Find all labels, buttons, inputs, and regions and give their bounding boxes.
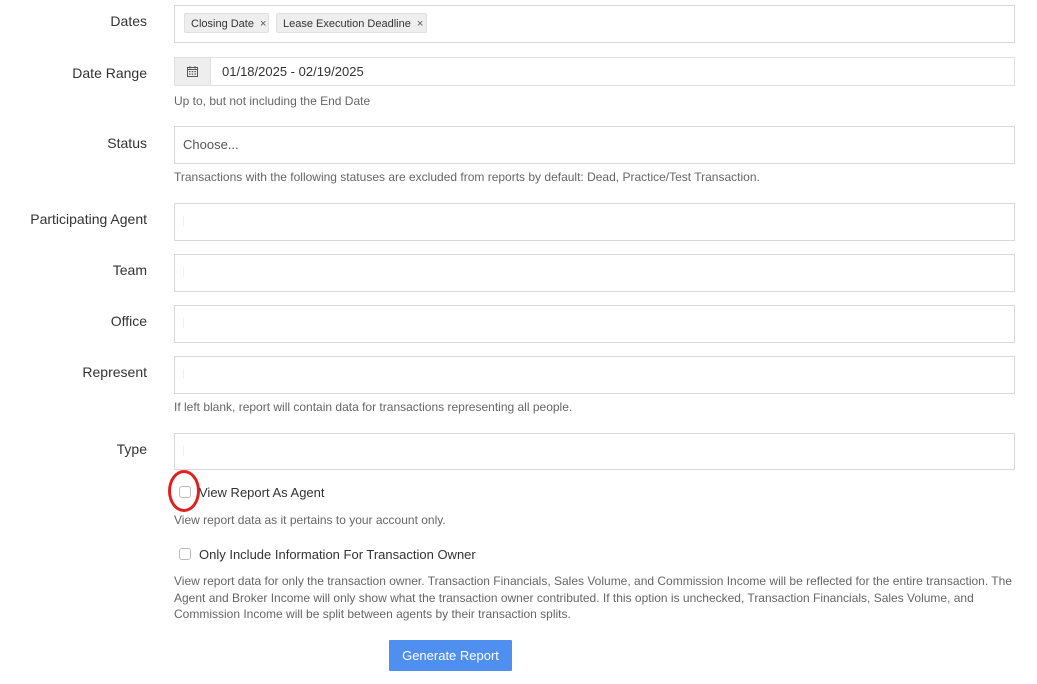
represent-select[interactable] (174, 356, 1015, 394)
date-range-value: 01/18/2025 - 02/19/2025 (222, 64, 364, 79)
owner-only-checkbox[interactable] (179, 548, 191, 560)
dates-label: Dates (110, 13, 147, 29)
office-select[interactable] (174, 305, 1015, 343)
team-label: Team (112, 262, 147, 278)
participating-agent-select[interactable] (174, 203, 1015, 241)
text-cursor (183, 318, 184, 328)
dates-multiselect[interactable]: Closing Date × Lease Execution Deadline × (174, 5, 1015, 43)
date-range-hint: Up to, but not including the End Date (174, 94, 371, 108)
highlight-circle (168, 470, 200, 512)
office-label: Office (110, 313, 147, 329)
text-cursor (183, 369, 184, 379)
calendar-icon (187, 66, 198, 77)
text-cursor (183, 446, 184, 456)
team-select[interactable] (174, 254, 1015, 292)
view-as-agent-label[interactable]: View Report As Agent (199, 485, 325, 500)
represent-label: Represent (82, 364, 147, 380)
date-range-addon[interactable] (175, 58, 211, 85)
date-range-input[interactable]: 01/18/2025 - 02/19/2025 (174, 57, 1015, 86)
generate-report-button[interactable]: Generate Report (389, 640, 512, 671)
text-cursor (183, 216, 184, 226)
date-range-label: Date Range (72, 65, 147, 81)
participating-agent-label: Participating Agent (30, 211, 147, 227)
represent-hint: If left blank, report will contain data … (174, 400, 573, 414)
status-hint: Transactions with the following statuses… (174, 170, 760, 184)
status-select[interactable]: Choose... (174, 126, 1015, 164)
view-as-agent-hint: View report data as it pertains to your … (174, 513, 446, 527)
tag-lease-execution-deadline: Lease Execution Deadline × (276, 13, 427, 33)
status-label: Status (107, 135, 147, 151)
remove-tag-lease-execution-deadline[interactable]: × (417, 18, 423, 30)
owner-only-hint: View report data for only the transactio… (174, 574, 1012, 621)
status-placeholder: Choose... (183, 137, 239, 152)
tag-closing-date: Closing Date × (184, 13, 269, 33)
remove-tag-closing-date[interactable]: × (260, 18, 266, 30)
type-select[interactable] (174, 433, 1015, 470)
owner-only-label[interactable]: Only Include Information For Transaction… (199, 547, 476, 562)
type-label: Type (116, 441, 147, 457)
text-cursor (183, 267, 184, 277)
